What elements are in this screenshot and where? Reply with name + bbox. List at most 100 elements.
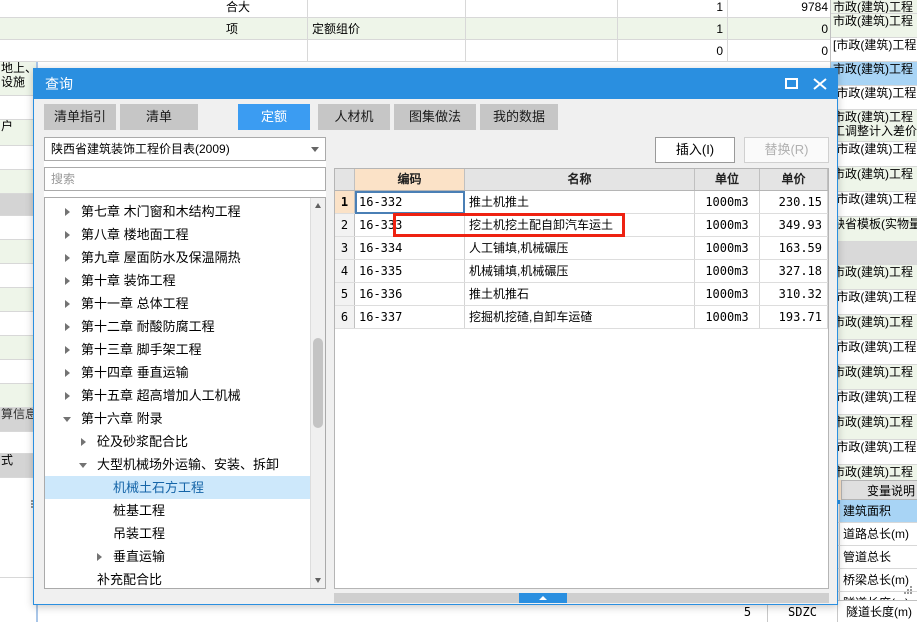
- horizontal-splitter[interactable]: [334, 593, 829, 603]
- caret-collapsed-icon[interactable]: [61, 315, 75, 338]
- scroll-down-icon[interactable]: [311, 573, 325, 588]
- tree-node-label: 第十四章 垂直运输: [81, 365, 189, 380]
- background-right-cell: 市政(建筑)工程: [831, 14, 917, 38]
- caret-collapsed-icon[interactable]: [61, 292, 75, 315]
- variable-row[interactable]: 建筑面积: [830, 500, 917, 523]
- background-right-cell: 市政(建筑)工程: [831, 265, 917, 290]
- scroll-thumb[interactable]: [313, 338, 323, 428]
- cell-rn[interactable]: 2: [335, 214, 355, 236]
- cell-unit[interactable]: 1000m3: [695, 306, 760, 328]
- window-resize-grip[interactable]: [904, 586, 914, 596]
- tree-node[interactable]: 桩基工程: [45, 499, 310, 522]
- tree-node[interactable]: 第十一章 总体工程: [45, 292, 310, 315]
- replace-button[interactable]: 替换(R): [744, 137, 829, 163]
- table-row[interactable]: 5 16-336 推土机推石 1000m3 310.32: [335, 283, 828, 306]
- grid-header-price[interactable]: 单价: [760, 169, 828, 190]
- cell-unit[interactable]: 1000m3: [695, 191, 760, 213]
- caret-collapsed-icon[interactable]: [77, 430, 91, 453]
- cell-name[interactable]: 推土机推石: [465, 283, 695, 305]
- splitter-collapse-handle[interactable]: [519, 593, 567, 603]
- tab-清单指引[interactable]: 清单指引: [44, 104, 116, 130]
- tree-node[interactable]: 补充配合比: [45, 568, 310, 588]
- tree-node[interactable]: 第十三章 脚手架工程: [45, 338, 310, 361]
- cell-code[interactable]: 16-336: [355, 283, 465, 305]
- cell-rn[interactable]: 3: [335, 237, 355, 259]
- cell-unit[interactable]: 1000m3: [695, 214, 760, 236]
- tab-定额[interactable]: 定额: [238, 104, 310, 130]
- table-row[interactable]: 6 16-337 挖掘机挖碴,自卸车运碴 1000m3 193.71: [335, 306, 828, 329]
- cell-unit[interactable]: 1000m3: [695, 283, 760, 305]
- caret-collapsed-icon[interactable]: [93, 545, 107, 568]
- grid-header-unit[interactable]: 单位: [695, 169, 760, 190]
- cell-code[interactable]: 16-333: [355, 214, 465, 236]
- table-row[interactable]: 1 16-332 推土机推土 1000m3 230.15: [335, 191, 828, 214]
- dialog-title-bar[interactable]: 查询: [34, 69, 837, 99]
- cell-unit[interactable]: 1000m3: [695, 260, 760, 282]
- cell-name[interactable]: 机械铺填,机械碾压: [465, 260, 695, 282]
- cell-name[interactable]: 挖掘机挖碴,自卸车运碴: [465, 306, 695, 328]
- cell-rn[interactable]: 4: [335, 260, 355, 282]
- grid-header-name[interactable]: 名称: [465, 169, 695, 190]
- scroll-up-icon[interactable]: [311, 198, 325, 213]
- cell-code[interactable]: 16-337: [355, 306, 465, 328]
- caret-collapsed-icon[interactable]: [61, 269, 75, 292]
- caret-expanded-icon[interactable]: [61, 407, 75, 430]
- chapter-tree-container: 第七章 木门窗和木结构工程 第八章 楼地面工程 第九章 屋面防水及保温隔热 第十章 装…: [44, 197, 326, 589]
- tab-清单[interactable]: 清单: [120, 104, 198, 130]
- cell-price[interactable]: 349.93: [760, 214, 828, 236]
- cell-rn[interactable]: 1: [335, 191, 355, 213]
- caret-collapsed-icon[interactable]: [61, 223, 75, 246]
- tree-node[interactable]: 砼及砂浆配合比: [45, 430, 310, 453]
- grid-header-rn[interactable]: [335, 169, 355, 190]
- caret-collapsed-icon[interactable]: [61, 361, 75, 384]
- table-row[interactable]: 3 16-334 人工铺填,机械碾压 1000m3 163.59: [335, 237, 828, 260]
- table-row[interactable]: 2 16-333 挖土机挖土配自卸汽车运土 1000m3 349.93: [335, 214, 828, 237]
- tree-node[interactable]: 第十六章 附录: [45, 407, 310, 430]
- tab-图集做法[interactable]: 图集做法: [394, 104, 476, 130]
- tab-人材机[interactable]: 人材机: [318, 104, 390, 130]
- tree-node[interactable]: 大型机械场外运输、安装、拆卸: [45, 453, 310, 476]
- cell-price[interactable]: 327.18: [760, 260, 828, 282]
- cell-price[interactable]: 163.59: [760, 237, 828, 259]
- cell-name[interactable]: 人工铺填,机械碾压: [465, 237, 695, 259]
- catalog-select[interactable]: 陕西省建筑装饰工程价目表(2009): [44, 137, 326, 161]
- cell-name[interactable]: 推土机推土: [465, 191, 695, 213]
- table-row[interactable]: 4 16-335 机械铺填,机械碾压 1000m3 327.18: [335, 260, 828, 283]
- tree-node[interactable]: 第十章 装饰工程: [45, 269, 310, 292]
- tree-vertical-scrollbar[interactable]: [310, 198, 325, 588]
- caret-collapsed-icon[interactable]: [61, 246, 75, 269]
- close-icon[interactable]: [806, 69, 834, 99]
- cell-code[interactable]: 16-335: [355, 260, 465, 282]
- cell-rn[interactable]: 6: [335, 306, 355, 328]
- caret-collapsed-icon[interactable]: [61, 384, 75, 407]
- grid-header-code[interactable]: 编码: [355, 169, 465, 190]
- maximize-icon[interactable]: [778, 69, 806, 99]
- caret-collapsed-icon[interactable]: [61, 200, 75, 223]
- tree-node[interactable]: 第七章 木门窗和木结构工程: [45, 200, 310, 223]
- cell-code[interactable]: 16-334: [355, 237, 465, 259]
- cell-rn[interactable]: 5: [335, 283, 355, 305]
- tree-node-label: 第十一章 总体工程: [81, 296, 189, 311]
- cell-name[interactable]: 挖土机挖土配自卸汽车运土: [465, 214, 695, 236]
- cell-price[interactable]: 310.32: [760, 283, 828, 305]
- caret-collapsed-icon[interactable]: [61, 338, 75, 361]
- cell-unit[interactable]: 1000m3: [695, 237, 760, 259]
- variable-row[interactable]: 道路总长(m): [830, 523, 917, 546]
- insert-button[interactable]: 插入(I): [655, 137, 735, 163]
- cell-price[interactable]: 193.71: [760, 306, 828, 328]
- catalog-select-value: 陕西省建筑装饰工程价目表(2009): [51, 142, 230, 156]
- cell-code[interactable]: 16-332: [355, 191, 465, 213]
- tree-node[interactable]: 第十四章 垂直运输: [45, 361, 310, 384]
- tree-node[interactable]: 机械土石方工程: [45, 476, 310, 499]
- tree-node[interactable]: 第八章 楼地面工程: [45, 223, 310, 246]
- caret-expanded-icon[interactable]: [77, 453, 91, 476]
- tree-node[interactable]: 第九章 屋面防水及保温隔热: [45, 246, 310, 269]
- tree-node[interactable]: 第十五章 超高增加人工机械: [45, 384, 310, 407]
- variable-row[interactable]: 管道总长: [830, 546, 917, 569]
- cell-price[interactable]: 230.15: [760, 191, 828, 213]
- tree-node[interactable]: 垂直运输: [45, 545, 310, 568]
- search-input[interactable]: 搜索: [44, 167, 326, 191]
- tab-我的数据[interactable]: 我的数据: [480, 104, 558, 130]
- tree-node[interactable]: 吊装工程: [45, 522, 310, 545]
- tree-node[interactable]: 第十二章 耐酸防腐工程: [45, 315, 310, 338]
